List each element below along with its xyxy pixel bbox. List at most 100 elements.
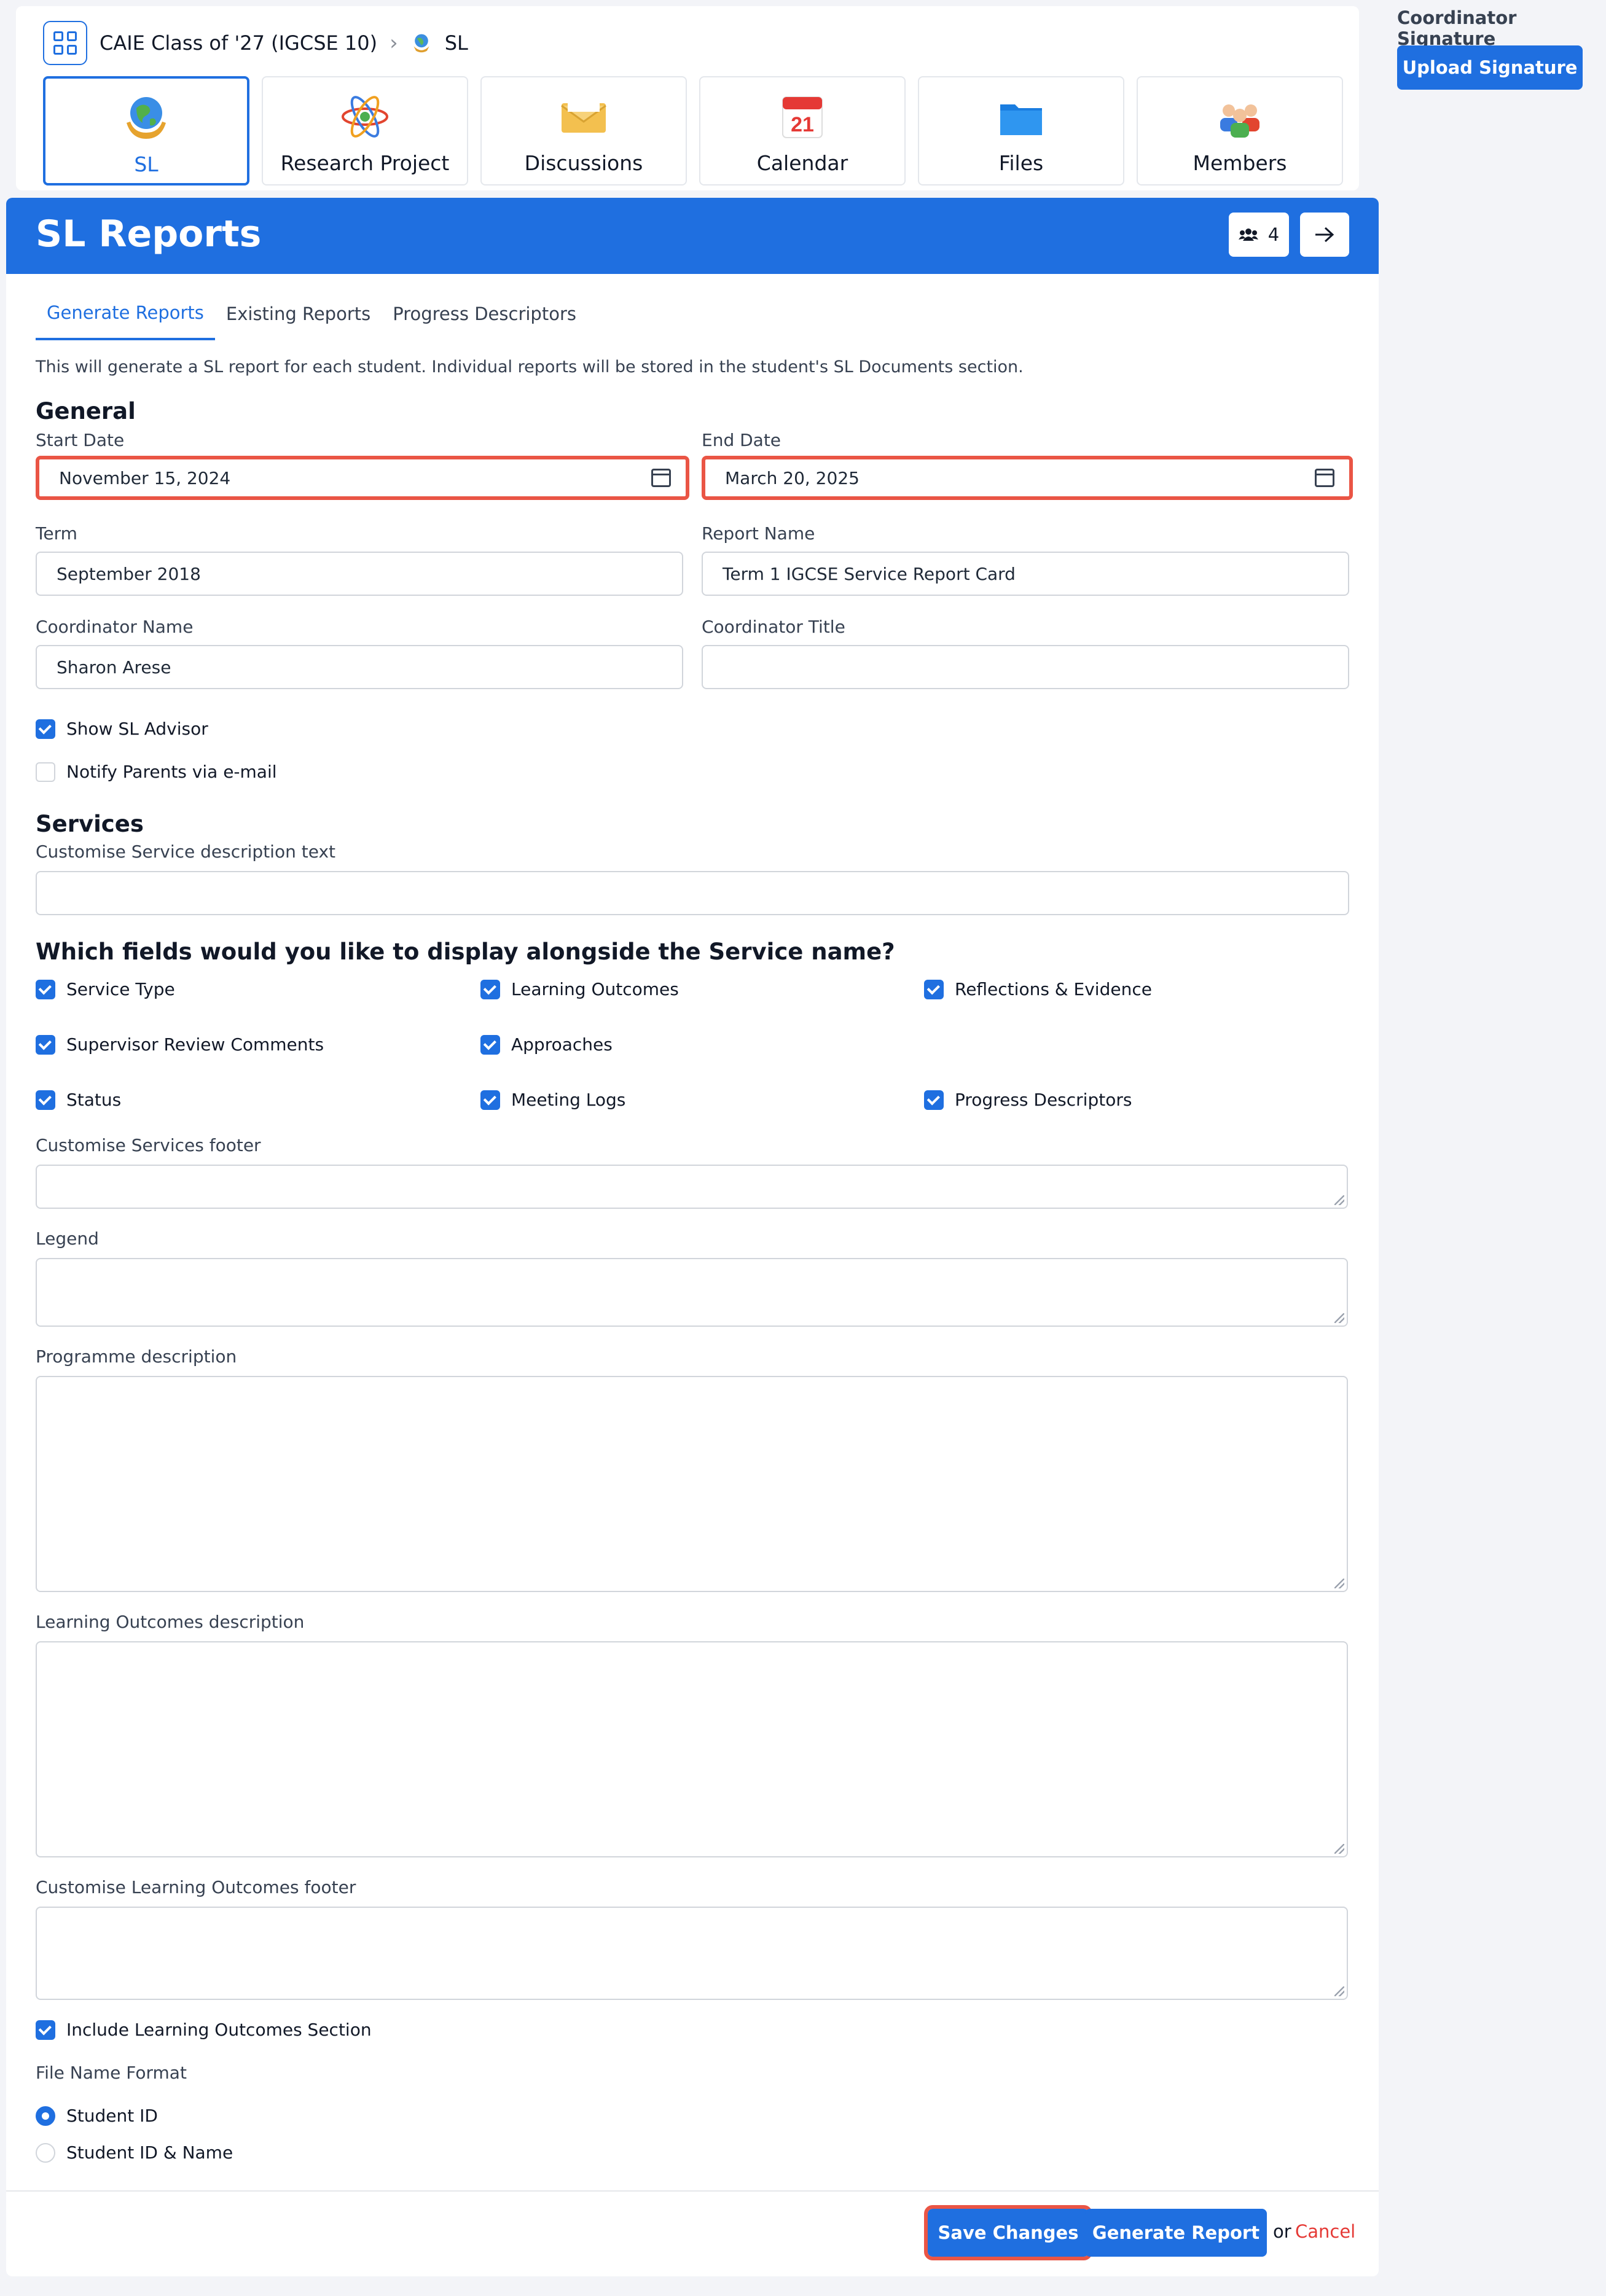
field-supervisor-review[interactable]: Supervisor Review Comments xyxy=(36,1034,324,1055)
checkbox-label: Include Learning Outcomes Section xyxy=(66,2020,372,2040)
calendar-icon[interactable] xyxy=(651,469,671,487)
field-status[interactable]: Status xyxy=(36,1090,121,1110)
field-progress-descriptors[interactable]: Progress Descriptors xyxy=(924,1090,1132,1110)
next-arrow-button[interactable] xyxy=(1300,213,1349,257)
fields-question: Which fields would you like to display a… xyxy=(36,939,895,965)
resize-grip-icon[interactable] xyxy=(1334,1986,1344,1996)
start-date-input[interactable]: November 15, 2024 xyxy=(36,456,689,500)
tile-files[interactable]: Files xyxy=(918,76,1124,185)
field-meeting-logs[interactable]: Meeting Logs xyxy=(480,1090,625,1110)
apps-grid-button[interactable] xyxy=(43,21,87,65)
checkbox-checked[interactable] xyxy=(36,719,55,739)
resize-grip-icon[interactable] xyxy=(1334,1313,1344,1323)
lo-footer-textarea[interactable] xyxy=(36,1907,1348,2000)
intro-text: This will generate a SL report for each … xyxy=(36,357,1024,377)
checkbox-checked[interactable] xyxy=(480,1090,500,1110)
start-date-value: November 15, 2024 xyxy=(59,467,231,488)
services-footer-textarea[interactable] xyxy=(36,1165,1348,1209)
tile-discussions[interactable]: Discussions xyxy=(480,76,687,185)
field-service-type[interactable]: Service Type xyxy=(36,979,175,999)
report-name-value: Term 1 IGCSE Service Report Card xyxy=(723,563,1016,584)
checkbox-unchecked[interactable] xyxy=(36,762,55,782)
file-name-format-label: File Name Format xyxy=(36,2063,187,2083)
include-lo-checkbox[interactable]: Include Learning Outcomes Section xyxy=(36,2020,372,2040)
term-value: September 2018 xyxy=(57,563,201,584)
upload-signature-button[interactable]: Upload Signature xyxy=(1397,45,1583,90)
breadcrumb: CAIE Class of '27 (IGCSE 10) › SL xyxy=(43,20,468,66)
arrow-right-icon xyxy=(1315,227,1334,243)
tab-existing-reports[interactable]: Existing Reports xyxy=(215,287,382,340)
report-name-input[interactable]: Term 1 IGCSE Service Report Card xyxy=(702,552,1349,596)
radio-label: Student ID xyxy=(66,2106,158,2126)
radio-unselected[interactable] xyxy=(36,2142,55,2163)
checkbox-label: Meeting Logs xyxy=(511,1090,626,1110)
programme-desc-textarea[interactable] xyxy=(36,1376,1348,1592)
tile-research-project[interactable]: Research Project xyxy=(262,76,468,185)
generate-report-button[interactable]: Generate Report xyxy=(1085,2209,1267,2257)
programme-desc-label: Programme description xyxy=(36,1346,237,1367)
members-count-button[interactable]: 4 xyxy=(1229,213,1289,257)
globe-small-icon xyxy=(413,34,429,53)
field-learning-outcomes[interactable]: Learning Outcomes xyxy=(480,979,679,999)
tile-label: Discussions xyxy=(524,151,643,175)
field-approaches[interactable]: Approaches xyxy=(480,1034,613,1055)
report-name-label: Report Name xyxy=(702,523,815,544)
resize-grip-icon[interactable] xyxy=(1334,1844,1344,1854)
calendar-day: 21 xyxy=(791,113,814,136)
footer-divider xyxy=(6,2190,1379,2192)
field-reflections-evidence[interactable]: Reflections & Evidence xyxy=(924,979,1152,999)
lo-desc-textarea[interactable] xyxy=(36,1641,1348,1857)
term-input[interactable]: September 2018 xyxy=(36,552,683,596)
coordinator-signature-label: Coordinator Signature xyxy=(1397,7,1517,49)
show-advisor-checkbox[interactable]: Show SL Advisor xyxy=(36,719,208,739)
tile-label: SL xyxy=(134,152,159,176)
lo-desc-label: Learning Outcomes description xyxy=(36,1612,305,1632)
tile-label: Files xyxy=(998,151,1044,175)
tab-progress-descriptors[interactable]: Progress Descriptors xyxy=(382,287,587,340)
checkbox-checked[interactable] xyxy=(924,979,944,999)
resize-grip-icon[interactable] xyxy=(1334,1195,1344,1205)
radio-selected[interactable] xyxy=(36,2106,55,2126)
checkbox-checked[interactable] xyxy=(480,979,500,999)
service-desc-label: Customise Service description text xyxy=(36,841,335,862)
checkbox-checked[interactable] xyxy=(480,1034,500,1055)
tab-generate-reports[interactable]: Generate Reports xyxy=(36,287,215,340)
or-text: or xyxy=(1273,2221,1291,2242)
tile-calendar[interactable]: 21 Calendar xyxy=(699,76,906,185)
tile-members[interactable]: Members xyxy=(1137,76,1343,185)
tile-label: Calendar xyxy=(756,151,848,175)
breadcrumb-group[interactable]: CAIE Class of '27 (IGCSE 10) xyxy=(100,31,377,55)
service-desc-input[interactable] xyxy=(36,871,1349,915)
checkbox-checked[interactable] xyxy=(924,1090,944,1110)
radio-label: Student ID & Name xyxy=(66,2142,233,2163)
file-option-student-id[interactable]: Student ID xyxy=(36,2106,158,2126)
legend-label: Legend xyxy=(36,1228,99,1249)
end-date-input[interactable]: March 20, 2025 xyxy=(702,456,1353,500)
services-title: Services xyxy=(36,811,144,837)
notify-parents-checkbox[interactable]: Notify Parents via e-mail xyxy=(36,762,277,782)
people-icon xyxy=(1214,91,1266,143)
checkbox-checked[interactable] xyxy=(36,979,55,999)
checkbox-checked[interactable] xyxy=(36,1034,55,1055)
cancel-link[interactable]: Cancel xyxy=(1295,2221,1355,2242)
calendar-icon[interactable] xyxy=(1315,469,1334,487)
start-date-label: Start Date xyxy=(36,430,125,450)
end-date-label: End Date xyxy=(702,430,781,450)
coordinator-name-input[interactable]: Sharon Arese xyxy=(36,645,683,689)
save-changes-button[interactable]: Save Changes xyxy=(924,2205,1092,2260)
checkbox-label: Show SL Advisor xyxy=(66,719,208,739)
tile-sl[interactable]: SL xyxy=(43,76,249,185)
checkbox-checked[interactable] xyxy=(36,1090,55,1110)
checkbox-label: Service Type xyxy=(66,979,175,999)
card-header: SL Reports 4 xyxy=(6,198,1379,274)
checkbox-label: Status xyxy=(66,1090,122,1110)
file-option-student-id-name[interactable]: Student ID & Name xyxy=(36,2142,233,2163)
folder-icon xyxy=(995,91,1047,143)
checkbox-checked[interactable] xyxy=(36,2020,55,2040)
resize-grip-icon[interactable] xyxy=(1334,1579,1344,1588)
page: CAIE Class of '27 (IGCSE 10) › SL SL Res… xyxy=(0,0,1606,2296)
tile-label: Research Project xyxy=(280,151,450,175)
checkbox-label: Supervisor Review Comments xyxy=(66,1034,324,1055)
legend-textarea[interactable] xyxy=(36,1258,1348,1327)
coordinator-title-input[interactable] xyxy=(702,645,1349,689)
